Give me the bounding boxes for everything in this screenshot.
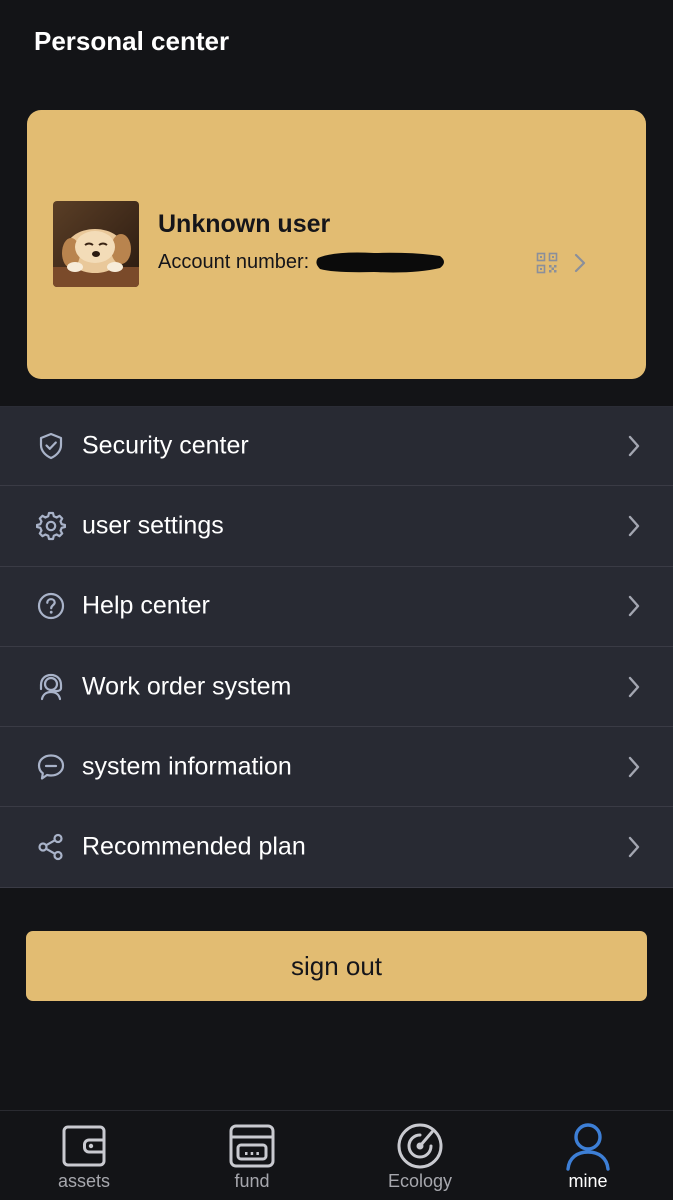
chevron-right-icon (628, 756, 640, 778)
chevron-right-icon (628, 836, 640, 858)
nav-item-fund[interactable]: fund (168, 1111, 336, 1200)
nav-item-ecology[interactable]: Ecology (336, 1111, 504, 1200)
user-name: Unknown user (158, 210, 331, 238)
menu-item-label: Security center (82, 431, 249, 460)
nav-label: assets (57, 1171, 111, 1191)
menu-item-system-information[interactable]: system information (0, 727, 673, 808)
menu-item-user-settings[interactable]: user settings (0, 486, 673, 567)
nav-item-mine[interactable]: mine (504, 1111, 672, 1200)
nav-item-assets[interactable]: assets (0, 1111, 168, 1200)
profile-card[interactable]: Unknown user Account number: (27, 110, 646, 379)
menu-item-recommended-plan[interactable]: Recommended plan (0, 807, 673, 888)
nav-label: fund (234, 1171, 270, 1191)
menu-item-security-center[interactable]: Security center (0, 406, 673, 487)
personal-center-page: Personal center Unknown user Account num… (0, 0, 673, 1200)
wallet-icon (62, 1125, 106, 1167)
share-icon (38, 834, 63, 861)
bottom-nav: assets fund Ecology mine (0, 1110, 673, 1200)
redaction-mark (316, 252, 444, 273)
radar-icon (397, 1123, 443, 1169)
chevron-right-icon (628, 676, 640, 697)
menu-item-work-order-system[interactable]: Work order system (0, 647, 673, 728)
chevron-right-icon[interactable] (572, 251, 588, 275)
user-icon (566, 1123, 610, 1171)
menu-item-label: Recommended plan (82, 832, 306, 861)
sign-out-button[interactable]: sign out (26, 931, 647, 1001)
question-circle-icon (37, 593, 65, 620)
menu-item-label: Help center (82, 591, 210, 620)
chevron-right-icon (628, 596, 640, 617)
menu-item-label: user settings (82, 511, 224, 540)
nav-label: Ecology (387, 1171, 453, 1191)
avatar[interactable] (53, 201, 139, 287)
shield-check-icon (39, 433, 63, 460)
gear-icon (36, 511, 66, 541)
settings-menu: Security center user settings Help cente… (0, 406, 673, 888)
account-number: Account number: (158, 251, 309, 274)
chevron-right-icon (628, 435, 640, 457)
chevron-right-icon (628, 515, 640, 537)
menu-item-label: Work order system (82, 672, 292, 701)
support-agent-icon (39, 673, 63, 700)
nav-label: mine (568, 1171, 608, 1191)
menu-item-label: system information (82, 752, 292, 781)
menu-item-help-center[interactable]: Help center (0, 567, 673, 647)
puppy-avatar-icon (53, 201, 139, 287)
calculator-card-icon (229, 1124, 275, 1168)
page-title: Personal center (34, 26, 230, 56)
chat-bubble-icon (37, 754, 65, 780)
account-label: Account number: (158, 251, 310, 273)
qr-code-icon[interactable] (536, 252, 558, 274)
